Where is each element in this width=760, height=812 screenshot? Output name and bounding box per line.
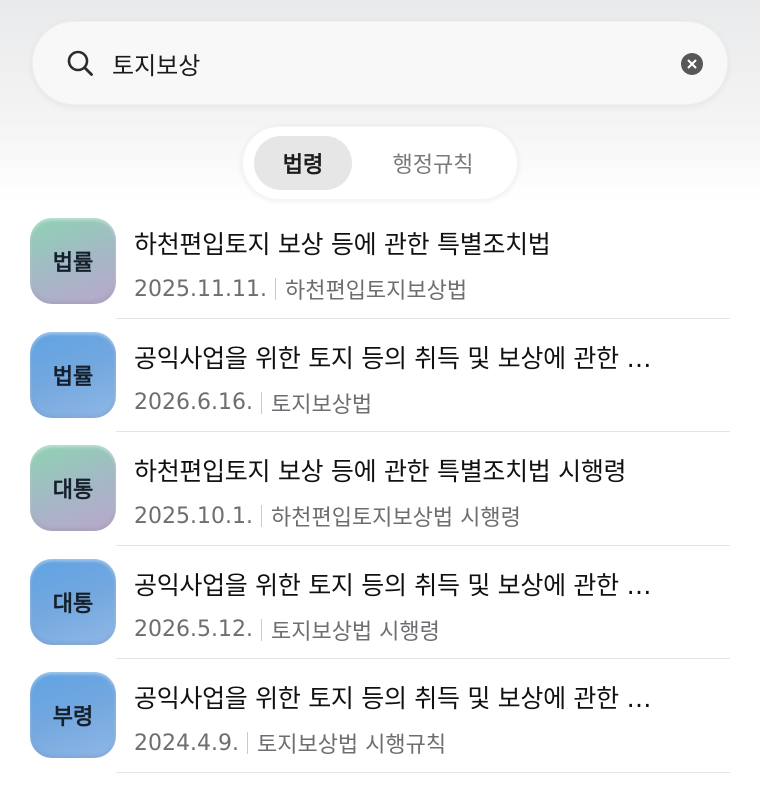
meta-divider	[246, 732, 248, 754]
law-short-name: 하천편입토지보상법 시행령	[270, 506, 521, 531]
law-short-name: 토지보상법 시행령	[270, 619, 440, 645]
result-list: 법률 하천편입토지 보상 등에 관한 특별조치법 2025.11.11. 하천편…	[0, 205, 760, 773]
law-date: 2026.5.12.	[134, 617, 253, 642]
clear-button[interactable]	[681, 53, 703, 75]
law-title: 공익사업을 위한 토지 등의 취득 및 보상에 관한 …	[134, 570, 652, 600]
search-bar[interactable]	[32, 21, 728, 105]
list-item[interactable]: 법률 하천편입토지 보상 등에 관한 특별조치법 2025.11.11. 하천편…	[0, 205, 760, 319]
law-meta: 2026.5.12. 토지보상법 시행령	[134, 614, 724, 646]
law-short-name: 토지보상법	[270, 392, 373, 418]
meta-divider	[274, 278, 276, 300]
law-title: 공익사업을 위한 토지 등의 취득 및 보상에 관한 …	[134, 343, 652, 373]
law-type-badge: 법률	[30, 218, 116, 304]
law-date: 2024.4.9.	[134, 730, 239, 756]
law-meta: 2025.11.11. 하천편입토지보상법	[134, 273, 724, 305]
law-type-badge: 대통	[30, 445, 116, 531]
list-item[interactable]: 부령 공익사업을 위한 토지 등의 취득 및 보상에 관한 … 2024.4.9…	[0, 659, 760, 773]
law-short-name: 하천편입토지보상법	[284, 279, 468, 304]
law-title: 공익사업을 위한 토지 등의 취득 및 보상에 관한 …	[134, 684, 652, 713]
law-meta: 2026.6.16. 토지보상법	[134, 387, 724, 419]
law-title: 하천편입토지 보상 등에 관한 특별조치법	[134, 230, 551, 259]
clear-icon	[687, 59, 697, 69]
tab-admin-rules[interactable]: 행정규칙	[368, 136, 498, 190]
law-title: 하천편입토지 보상 등에 관한 특별조치법 시행령	[134, 457, 627, 486]
meta-divider	[260, 391, 262, 414]
list-item[interactable]: 법률 공익사업을 위한 토지 등의 취득 및 보상에 관한 … 2026.6.1…	[0, 319, 760, 432]
law-date: 2025.11.11.	[134, 276, 267, 302]
search-icon	[67, 50, 93, 76]
list-item[interactable]: 대통 공익사업을 위한 토지 등의 취득 및 보상에 관한 … 2026.5.1…	[0, 546, 760, 659]
law-type-badge: 법률	[30, 331, 116, 418]
law-meta: 2025.10.1. 하천편입토지보상법 시행령	[134, 500, 724, 532]
law-date: 2026.6.16.	[134, 390, 253, 415]
law-short-name: 토지보상법 시행규칙	[256, 733, 447, 758]
meta-divider	[260, 618, 262, 641]
law-meta: 2024.4.9. 토지보상법 시행규칙	[134, 727, 724, 759]
meta-divider	[260, 505, 262, 527]
search-input[interactable]	[112, 43, 672, 83]
law-type-badge: 대통	[30, 558, 116, 645]
category-tabs: 법령 행정규칙	[242, 126, 518, 200]
tab-laws[interactable]: 법령	[254, 136, 352, 190]
list-item[interactable]: 대통 하천편입토지 보상 등에 관한 특별조치법 시행령 2025.10.1. …	[0, 432, 760, 546]
law-type-badge: 부령	[30, 672, 116, 758]
law-date: 2025.10.1.	[134, 503, 253, 529]
row-divider	[116, 771, 730, 773]
